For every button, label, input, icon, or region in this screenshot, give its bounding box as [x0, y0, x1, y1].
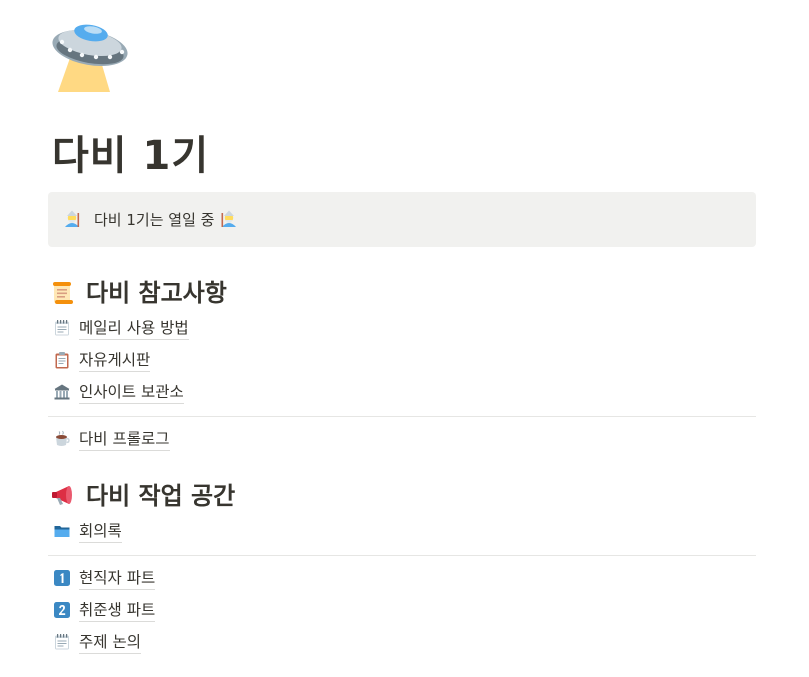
link-label[interactable]: 메일리 사용 방법	[79, 317, 189, 340]
link-label[interactable]: 주제 논의	[79, 631, 141, 654]
section-heading-references: 다비 참고사항	[50, 277, 227, 309]
mage-icon[interactable]	[62, 210, 82, 230]
page-title: 다비 1기	[52, 133, 210, 179]
link-label[interactable]: 자유게시판	[79, 349, 151, 372]
section-heading-text: 다비 작업 공간	[86, 482, 236, 510]
link-insight-archive[interactable]: 인사이트 보관소	[53, 379, 184, 405]
divider	[48, 555, 756, 556]
link-mailly-guide[interactable]: 메일리 사용 방법	[53, 315, 189, 341]
link-label[interactable]: 회의록	[79, 520, 122, 543]
classical-building-icon	[53, 383, 71, 401]
link-label[interactable]: 다비 프롤로그	[79, 428, 170, 451]
link-job-seeker-part[interactable]: 취준생 파트	[53, 597, 156, 623]
scroll-icon	[50, 280, 76, 306]
link-professional-part[interactable]: 현직자 파트	[53, 565, 156, 591]
link-free-board[interactable]: 자유게시판	[53, 347, 151, 373]
coffee-icon	[53, 430, 71, 448]
spiral-notepad-icon	[53, 633, 71, 651]
divider	[48, 416, 756, 417]
flying-saucer-icon[interactable]	[48, 18, 132, 96]
link-label[interactable]: 인사이트 보관소	[79, 381, 184, 404]
keycap-2-icon	[53, 601, 71, 619]
mage-icon	[219, 210, 239, 230]
link-label[interactable]: 취준생 파트	[79, 599, 156, 622]
clipboard-icon	[53, 351, 71, 369]
section-heading-text: 다비 참고사항	[86, 279, 227, 307]
keycap-1-icon	[53, 569, 71, 587]
spiral-notepad-icon	[53, 319, 71, 337]
link-meeting-notes[interactable]: 회의록	[53, 518, 122, 544]
link-topic-discussion[interactable]: 주제 논의	[53, 629, 141, 655]
folder-icon	[53, 522, 71, 540]
megaphone-icon	[50, 483, 76, 509]
link-prologue[interactable]: 다비 프롤로그	[53, 426, 170, 452]
callout-block: 다비 1기는 열일 중	[48, 192, 756, 247]
section-heading-workspace: 다비 작업 공간	[50, 480, 235, 512]
link-label[interactable]: 현직자 파트	[79, 567, 156, 590]
callout-text: 다비 1기는 열일 중	[94, 211, 215, 229]
